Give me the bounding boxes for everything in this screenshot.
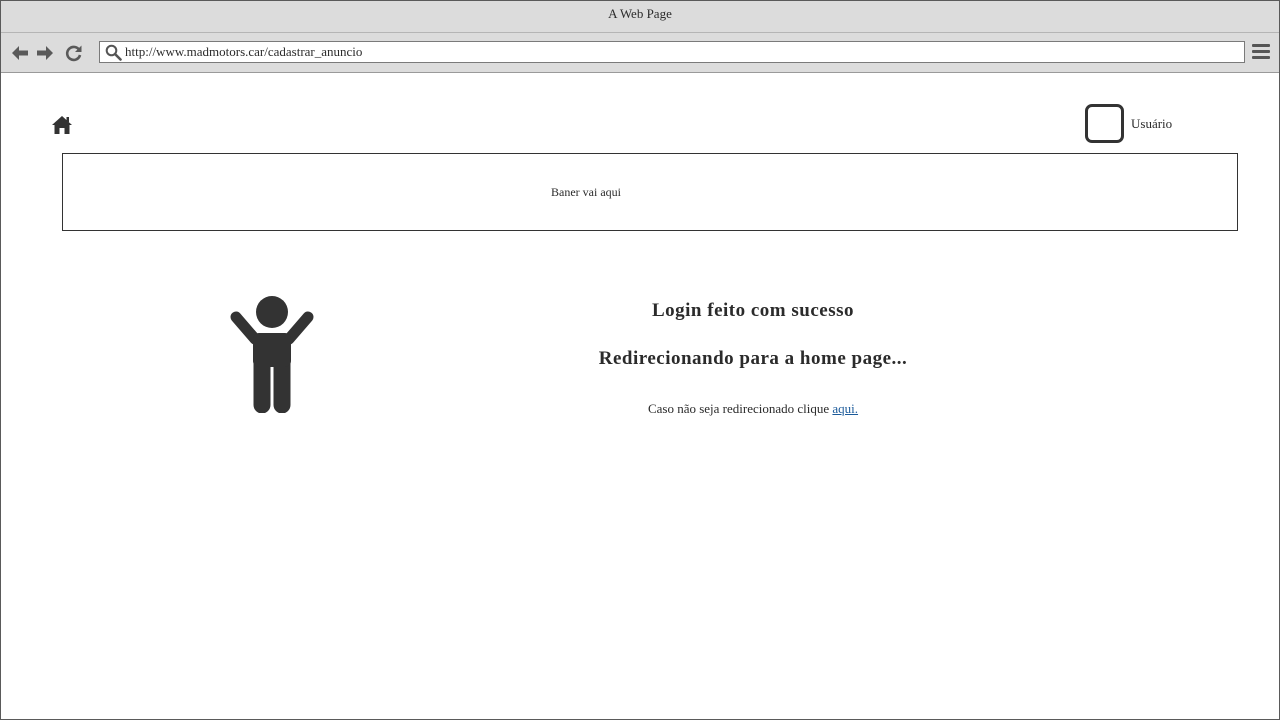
search-icon <box>105 44 122 61</box>
person-arms-raised-icon <box>230 296 314 413</box>
success-title: Login feito com sucesso <box>651 300 854 321</box>
redirect-text: Caso não seja redirecionado clique <box>647 401 830 416</box>
home-icon <box>52 116 72 134</box>
back-button[interactable] <box>10 43 30 63</box>
home-button[interactable] <box>51 115 73 135</box>
url-input[interactable] <box>125 43 1225 61</box>
redirect-link[interactable]: aqui. <box>832 401 858 416</box>
browser-window: A Web Page http://www.madmotors.car/cada… <box>0 0 1280 720</box>
banner-text: Baner vai aqui <box>551 185 621 199</box>
banner: Baner vai aqui <box>62 153 1238 231</box>
title-bar: A Web Page <box>1 1 1279 33</box>
forward-button[interactable] <box>35 43 55 63</box>
address-bar[interactable] <box>99 41 1245 63</box>
arrow-right-icon <box>37 46 53 60</box>
hamburger-menu-icon <box>1252 44 1270 47</box>
user-avatar[interactable] <box>1085 104 1124 143</box>
user-label[interactable]: Usuário <box>1131 116 1172 132</box>
page-content: Usuário Baner vai aqui Login feito com s… <box>1 73 1279 719</box>
redirect-message: Caso não seja redirecionado clique aqui. <box>561 401 945 417</box>
reload-button[interactable] <box>64 43 84 63</box>
reload-icon <box>65 45 82 62</box>
arrow-left-icon <box>12 46 28 60</box>
browser-toolbar <box>1 33 1279 73</box>
window-title: A Web Page <box>608 6 672 21</box>
browser-menu-button[interactable] <box>1252 44 1272 62</box>
redirect-title: Redirecionando para a home page... <box>598 348 908 369</box>
